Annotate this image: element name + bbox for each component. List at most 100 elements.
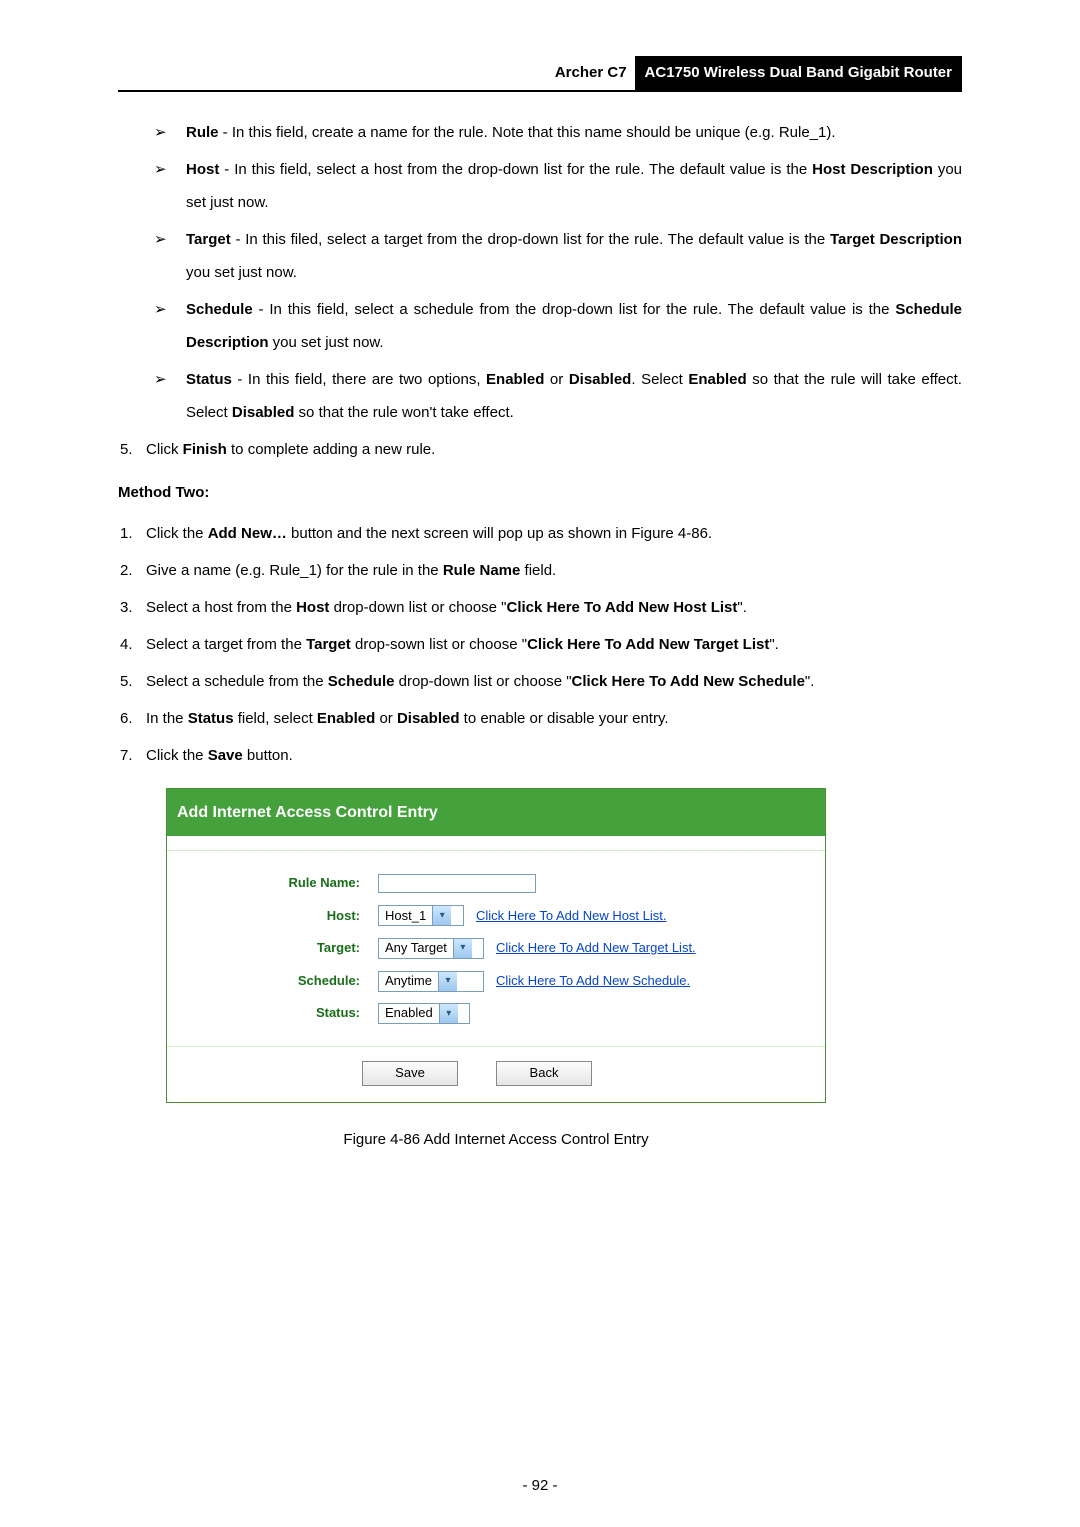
add-target-link[interactable]: Click Here To Add New Target List. [496,934,696,963]
m2-s5-post: ". [805,673,815,690]
bullet-host-term: Host [186,161,219,178]
m2-s1-pre: Click the [146,525,208,542]
bullet-status-t1: - In this field, there are two options, [232,371,486,388]
bullet-status-t4: so that the rule won't take effect. [294,404,513,421]
bullet-rule-text: - In this field, create a name for the r… [219,124,836,141]
step-marker: 3. [118,591,146,624]
m2-s3-bold2: Click Here To Add New Host List [507,599,738,616]
step-marker: 7. [118,739,146,772]
back-button[interactable]: Back [496,1061,592,1086]
document-body: ➢ Rule - In this field, create a name fo… [118,116,962,1156]
m2-s3-bold: Host [296,599,329,616]
bullet-status-b3: Enabled [688,371,746,388]
bullet-target-bold: Target Description [830,231,962,248]
m2-s5-bold: Schedule [328,673,395,690]
chevron-down-icon: ▾ [432,906,451,925]
status-label: Status: [185,999,378,1028]
bullet-schedule-text1: - In this field, select a schedule from … [253,301,896,318]
bullet-schedule-term: Schedule [186,301,253,318]
schedule-select-value: Anytime [379,972,438,991]
m2-s5-mid: drop-down list or choose " [394,673,571,690]
m2-s1-post: button and the next screen will pop up a… [287,525,712,542]
target-select[interactable]: Any Target ▾ [378,938,484,959]
chevron-down-icon: ▾ [453,939,472,958]
m2-s7-bold: Save [208,747,243,764]
bullet-rule: Rule - In this field, create a name for … [186,116,962,149]
bullet-icon: ➢ [154,363,186,396]
m2-s3-mid: drop-down list or choose " [329,599,506,616]
m2-s6-post: to enable or disable your entry. [460,710,669,727]
method-two-heading: Method Two: [118,476,962,509]
host-label: Host: [185,902,378,931]
m2-s3-post: ". [737,599,747,616]
bullet-schedule-text2: you set just now. [269,334,384,351]
bullet-icon: ➢ [154,223,186,256]
bullet-status-or: or [544,371,568,388]
bullet-status-term: Status [186,371,232,388]
bullet-status-b4: Disabled [232,404,295,421]
m2-s6-pre: In the [146,710,188,727]
m2-step3: Select a host from the Host drop-down li… [146,591,962,624]
page-number: - 92 - [0,1475,1080,1497]
m2-s5-bold2: Click Here To Add New Schedule [572,673,805,690]
m2-s7-post: button. [243,747,293,764]
bullet-icon: ➢ [154,293,186,326]
m2-s1-bold: Add New… [208,525,287,542]
status-select[interactable]: Enabled ▾ [378,1003,470,1024]
m2-step5: Select a schedule from the Schedule drop… [146,665,962,698]
m2-s4-post: ". [769,636,779,653]
m2-s2-bold: Rule Name [443,562,521,579]
bullet-status-b2: Disabled [569,371,632,388]
m2-s4-bold2: Click Here To Add New Target List [527,636,769,653]
step-marker: 4. [118,628,146,661]
rule-name-input[interactable] [378,874,536,893]
step-marker: 6. [118,702,146,735]
bullet-icon: ➢ [154,116,186,149]
step-marker: 5. [118,433,146,466]
m2-step6: In the Status field, select Enabled or D… [146,702,962,735]
m2-step7: Click the Save button. [146,739,962,772]
save-button[interactable]: Save [362,1061,458,1086]
chevron-down-icon: ▾ [438,972,457,991]
add-schedule-link[interactable]: Click Here To Add New Schedule. [496,967,690,996]
step-marker: 1. [118,517,146,550]
m2-s6-mid: field, select [234,710,317,727]
bullet-target-text1: - In this filed, select a target from th… [231,231,830,248]
step5-pre: Click [146,441,183,458]
step5-bold: Finish [183,441,227,458]
bullet-rule-term: Rule [186,124,219,141]
step-finish: Click Finish to complete adding a new ru… [146,433,962,466]
m2-s4-mid: drop-sown list or choose " [351,636,527,653]
status-select-value: Enabled [379,1004,439,1023]
step5-post: to complete adding a new rule. [227,441,435,458]
host-select[interactable]: Host_1 ▾ [378,905,464,926]
bullet-status-t2: . Select [631,371,688,388]
add-host-link[interactable]: Click Here To Add New Host List. [476,902,667,931]
bullet-host-text1: - In this field, select a host from the … [219,161,812,178]
schedule-select[interactable]: Anytime ▾ [378,971,484,992]
m2-step4: Select a target from the Target drop-sow… [146,628,962,661]
document-header: Archer C7 AC1750 Wireless Dual Band Giga… [118,56,962,92]
bullet-icon: ➢ [154,153,186,186]
panel-title: Add Internet Access Control Entry [167,789,825,836]
m2-step2: Give a name (e.g. Rule_1) for the rule i… [146,554,962,587]
m2-step1: Click the Add New… button and the next s… [146,517,962,550]
m2-s4-pre: Select a target from the [146,636,306,653]
target-select-value: Any Target [379,939,453,958]
figure-caption: Figure 4-86 Add Internet Access Control … [166,1123,826,1156]
m2-s6-b2: Disabled [397,710,460,727]
rule-name-label: Rule Name: [185,869,378,898]
model-label: Archer C7 [547,58,635,88]
target-label: Target: [185,934,378,963]
figure-panel: Add Internet Access Control Entry Rule N… [166,788,826,1156]
step-marker: 5. [118,665,146,698]
m2-s2-pre: Give a name (e.g. Rule_1) for the rule i… [146,562,443,579]
chevron-down-icon: ▾ [439,1004,458,1023]
m2-s2-post: field. [520,562,556,579]
bullet-status-b1: Enabled [486,371,544,388]
bullet-host: Host - In this field, select a host from… [186,153,962,219]
bullet-schedule: Schedule - In this field, select a sched… [186,293,962,359]
bullet-target-term: Target [186,231,231,248]
host-select-value: Host_1 [379,906,432,925]
bullet-status: Status - In this field, there are two op… [186,363,962,429]
